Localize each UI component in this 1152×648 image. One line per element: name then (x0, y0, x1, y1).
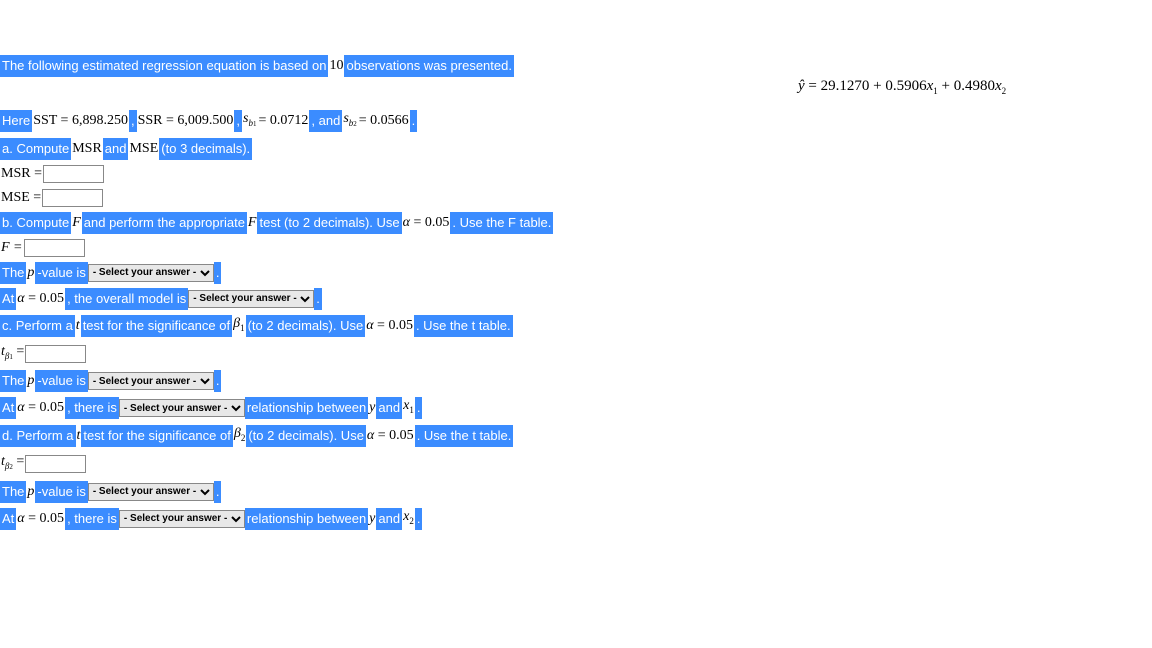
here-line: Here SST = 6,898.250 , SSR = 6,009.500 ,… (0, 109, 1152, 134)
regression-equation: ŷ = 29.1270 + 0.5906x1 + 0.4980x2 (798, 78, 1006, 96)
intro-suffix: observations was presented. (344, 55, 513, 77)
mse-input[interactable] (42, 189, 103, 207)
d-relationship-row: At α = 0.05 , there is - Select your ans… (0, 507, 1152, 531)
c-pvalue-row: The p -value is - Select your answer - . (0, 370, 1152, 392)
c-relationship-select[interactable]: - Select your answer - (119, 399, 245, 417)
tbeta1-row: tβ1 = (0, 342, 1152, 367)
b-pvalue-select[interactable]: - Select your answer - (88, 264, 214, 282)
f-row: F = (0, 238, 1152, 258)
part-d-prompt: d. Perform a t test for the significance… (0, 424, 1152, 448)
b-model-select[interactable]: - Select your answer - (188, 290, 314, 308)
msr-row: MSR = (0, 164, 1152, 184)
part-c-prompt: c. Perform a t test for the significance… (0, 314, 1152, 338)
d-pvalue-row: The p -value is - Select your answer - . (0, 481, 1152, 503)
part-a-prompt: a. Compute MSR and MSE (to 3 decimals). (0, 138, 1152, 160)
mse-row: MSE = (0, 188, 1152, 208)
intro-prefix: The following estimated regression equat… (0, 55, 328, 77)
d-relationship-select[interactable]: - Select your answer - (119, 510, 245, 528)
f-input[interactable] (24, 239, 85, 257)
d-pvalue-select[interactable]: - Select your answer - (88, 483, 214, 501)
intro-line: The following estimated regression equat… (0, 55, 1152, 77)
tbeta1-input[interactable] (25, 345, 86, 363)
tbeta1-label: tβ1 = (0, 342, 25, 367)
msr-input[interactable] (43, 165, 104, 183)
msr-label: MSR = (0, 164, 43, 184)
f-label: F = (0, 238, 24, 258)
tbeta2-label: tβ2 = (0, 452, 25, 477)
c-pvalue-select[interactable]: - Select your answer - (88, 372, 214, 390)
intro-n: 10 (328, 56, 344, 76)
b-pvalue-row: The p -value is - Select your answer - . (0, 262, 1152, 284)
b-model-row: At α = 0.05 , the overall model is - Sel… (0, 288, 1152, 310)
mse-label: MSE = (0, 188, 42, 208)
tbeta2-input[interactable] (25, 455, 86, 473)
part-b-prompt: b. Compute F and perform the appropriate… (0, 212, 1152, 234)
c-relationship-row: At α = 0.05 , there is - Select your ans… (0, 396, 1152, 420)
tbeta2-row: tβ2 = (0, 452, 1152, 477)
